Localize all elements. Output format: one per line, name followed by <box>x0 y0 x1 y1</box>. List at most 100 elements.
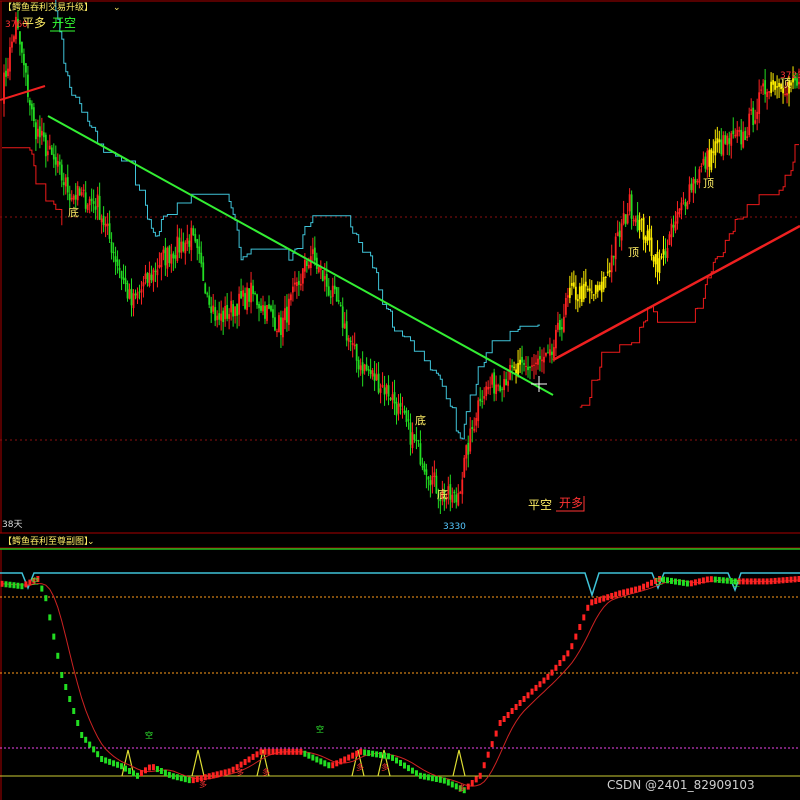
candle-body <box>19 31 21 45</box>
candle-body <box>154 270 157 272</box>
candle-body <box>401 408 404 410</box>
sub-indicator-dot <box>311 754 315 761</box>
candle-body <box>116 259 119 266</box>
candle-body <box>752 107 755 126</box>
candle-body <box>264 305 266 319</box>
candle-body <box>170 254 173 264</box>
candle-body <box>770 81 773 93</box>
candle-body <box>164 247 167 266</box>
candle-body <box>286 306 288 323</box>
sub-indicator-dot <box>187 777 191 784</box>
sub-indicator-dot <box>522 696 526 702</box>
candle-body <box>136 292 139 299</box>
sub-indicator-dot <box>701 577 705 584</box>
sub-indicator-dot <box>331 762 335 769</box>
candle-body <box>620 223 623 241</box>
candle-body <box>190 227 193 251</box>
candle-body <box>323 276 326 280</box>
sub-indicator-dot <box>175 774 179 781</box>
sub-indicator-dot <box>359 748 363 755</box>
candle-body <box>329 296 332 298</box>
candle-body <box>560 327 563 330</box>
candle-body <box>80 192 83 196</box>
candle-body <box>98 195 101 220</box>
candle-body <box>676 212 679 224</box>
candle-body <box>94 206 97 210</box>
candle-body <box>423 463 426 472</box>
chevron-down-icon[interactable]: ⌄ <box>113 3 121 13</box>
candle-body <box>222 310 225 323</box>
sub-indicator-dot <box>395 757 399 764</box>
sub-indicator-dot <box>478 772 482 779</box>
candle-body <box>224 305 227 320</box>
candle-body <box>684 201 687 207</box>
candle-body <box>736 129 739 137</box>
sub-indicator-dot <box>546 673 550 680</box>
candle-body <box>686 202 689 210</box>
candle-body <box>297 280 300 285</box>
candle-body <box>572 282 575 287</box>
sub-indicator-dot <box>92 746 96 753</box>
candle-body <box>367 369 370 371</box>
sub-indicator-dot <box>554 664 558 671</box>
candle-body <box>702 158 705 165</box>
sub-indicator-dot <box>327 762 331 769</box>
sub-indicator-dot <box>135 772 139 779</box>
candle-body <box>391 394 394 401</box>
candle-body <box>744 130 747 141</box>
sub-indicator-dot <box>665 577 669 584</box>
sub-indicator-dot <box>80 732 84 738</box>
sub-indicator-dot <box>450 781 454 788</box>
sub-indicator-dot <box>534 684 538 691</box>
sub-indicator-dot <box>307 752 311 759</box>
candle-body <box>722 135 725 156</box>
sub-kong-label: 空 <box>145 730 153 740</box>
sub-indicator-dot <box>48 614 52 621</box>
candle-body <box>375 374 378 381</box>
candle-body <box>46 151 49 156</box>
candle-body <box>385 384 388 394</box>
candle-body <box>616 232 619 236</box>
candle-body <box>274 317 276 331</box>
candle-body <box>592 294 595 296</box>
candle-body <box>102 215 105 225</box>
candle-body <box>292 286 294 293</box>
candle-body <box>555 329 557 349</box>
candle-body <box>477 400 480 422</box>
candle-body <box>503 378 506 391</box>
sub-indicator-dot <box>446 779 450 786</box>
candle-body <box>449 484 452 500</box>
candle-body <box>479 398 482 402</box>
sub-indicator-dot <box>155 766 159 773</box>
sub-indicator-dot <box>681 579 685 586</box>
candle-body <box>295 282 298 286</box>
sub-indicator-dot <box>100 756 104 762</box>
candle-body <box>379 388 382 393</box>
candle-body <box>200 252 203 264</box>
candle-body <box>333 285 336 290</box>
candle-body <box>642 217 645 240</box>
sub-indicator-dot <box>191 777 195 784</box>
sub-indicator-dot <box>399 760 402 766</box>
sub-indicator-dot <box>574 633 578 640</box>
sub-indicator-dot <box>697 578 701 585</box>
sub-indicator-dot <box>163 769 167 776</box>
candle-body <box>341 306 344 328</box>
candle-body <box>148 272 151 286</box>
candle-body <box>268 304 270 309</box>
sub-indicator-dot <box>279 748 283 755</box>
candle-body <box>186 238 189 244</box>
sub-indicator-dot <box>713 576 717 583</box>
sub-indicator-dot <box>494 730 498 737</box>
candle-body <box>662 249 665 255</box>
candle-body <box>409 422 412 445</box>
candle-body <box>411 432 414 449</box>
sub-indicator-dot <box>486 751 490 758</box>
candle-body <box>421 466 424 468</box>
chevron-down-icon[interactable]: ⌄ <box>87 537 95 547</box>
candle-body <box>590 291 593 293</box>
candle-body <box>56 160 59 167</box>
candle-body <box>278 315 280 333</box>
candle-body <box>138 291 141 293</box>
candle-body <box>632 220 635 222</box>
